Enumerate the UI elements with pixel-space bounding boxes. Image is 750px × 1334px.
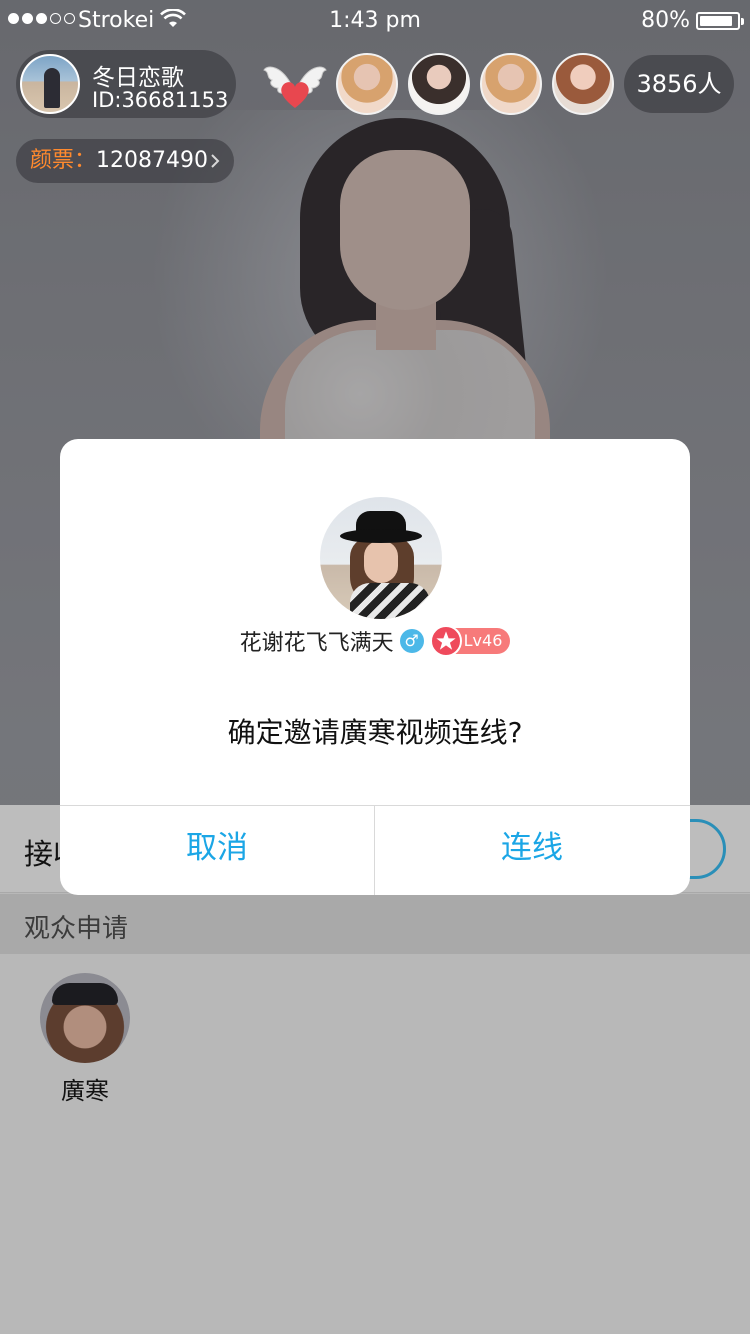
dialog-avatar — [320, 497, 442, 619]
battery-percent: 80% — [641, 8, 690, 33]
viewer-avatar[interactable] — [336, 53, 398, 115]
cancel-button[interactable]: 取消 — [60, 806, 374, 895]
wings-heart-icon[interactable] — [262, 56, 328, 112]
host-info-pill[interactable]: 冬日恋歌 ID:36681153 — [16, 50, 236, 118]
male-icon: ♂ — [399, 629, 424, 653]
host-id: ID:36681153 — [92, 88, 229, 112]
viewer-avatar[interactable] — [408, 53, 470, 115]
viewer-avatar[interactable] — [552, 53, 614, 115]
applicant-name: 廣寒 — [61, 1077, 109, 1105]
viewer-count[interactable]: 3856人 — [624, 55, 734, 113]
viewer-avatar[interactable] — [480, 53, 542, 115]
section-header: 观众申请 — [0, 894, 750, 954]
level-badge: Lv46 — [429, 625, 511, 657]
star-icon — [429, 625, 462, 657]
coin-pill[interactable]: 颜票： 12087490 — [16, 139, 234, 183]
clock: 1:43 pm — [329, 8, 421, 33]
invite-dialog: 花谢花飞飞满天 ♂ Lv46 确定邀请廣寒视频连线? 取消 连线 — [60, 439, 690, 895]
dialog-message: 确定邀请廣寒视频连线? — [227, 716, 523, 749]
applicant-avatar[interactable] — [40, 973, 130, 1063]
status-bar: Strokei 1:43 pm 80% — [0, 0, 750, 40]
chevron-right-icon — [211, 154, 220, 168]
battery-icon — [696, 12, 744, 30]
host-name: 冬日恋歌 — [92, 65, 184, 91]
coin-value: 12087490 — [96, 148, 208, 173]
dialog-username: 花谢花飞飞满天 — [239, 631, 394, 656]
host-avatar[interactable] — [20, 54, 80, 114]
dialog-user-row: 花谢花飞飞满天 ♂ Lv46 — [60, 625, 690, 657]
coin-label: 颜票： — [30, 148, 97, 173]
connect-button[interactable]: 连线 — [375, 806, 689, 895]
section-title: 观众申请 — [24, 914, 129, 944]
level-text: Lv46 — [463, 631, 503, 650]
